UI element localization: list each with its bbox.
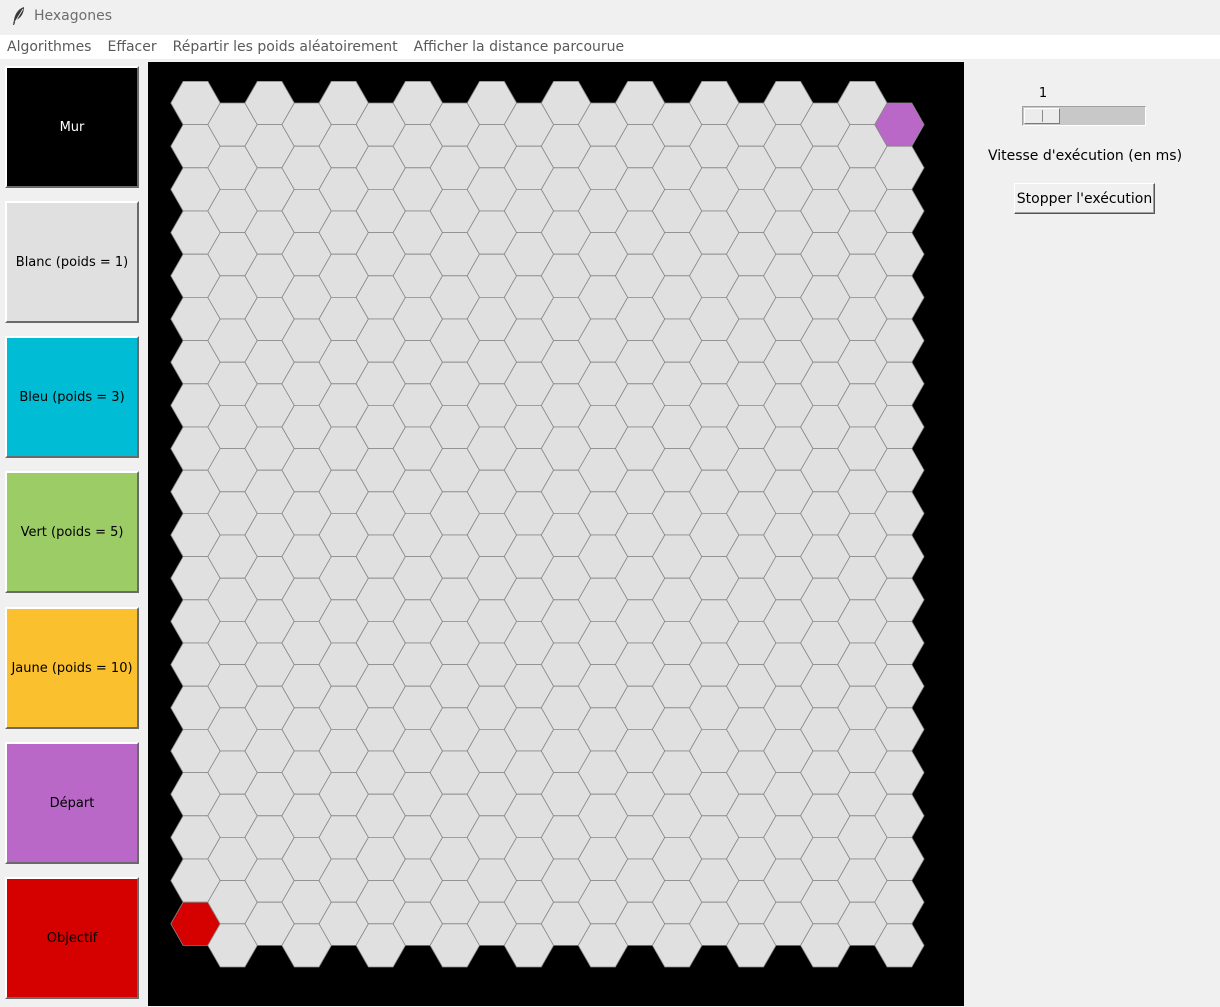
green-weight-button[interactable]: Vert (poids = 5) (5, 471, 139, 593)
menu-bar: Algorithmes Effacer Répartir les poids a… (0, 35, 1220, 59)
stop-execution-label: Stopper l'exécution (1016, 190, 1153, 207)
start-button-label: Départ (49, 795, 95, 811)
blue-weight-button-label: Bleu (poids = 3) (19, 389, 125, 405)
control-panel: 1 Vitesse d'exécution (en ms) Stopper l'… (964, 62, 1220, 1006)
goal-button-label: Objectif (46, 930, 98, 946)
stop-execution-button[interactable]: Stopper l'exécution (1014, 183, 1155, 214)
speed-label: Vitesse d'exécution (en ms) (987, 148, 1183, 164)
menu-show-distance[interactable]: Afficher la distance parcourue (406, 39, 633, 55)
blue-weight-button[interactable]: Bleu (poids = 3) (5, 336, 139, 458)
hex-board[interactable] (148, 62, 964, 1006)
wall-button-label: Mur (59, 119, 85, 135)
yellow-weight-button[interactable]: Jaune (poids = 10) (5, 607, 139, 729)
feather-icon (12, 6, 26, 26)
start-button[interactable]: Départ (5, 742, 139, 864)
menu-algorithms[interactable]: Algorithmes (0, 39, 99, 55)
menu-clear[interactable]: Effacer (99, 39, 164, 55)
slider-grip (1042, 110, 1043, 122)
wall-button[interactable]: Mur (5, 66, 139, 188)
green-weight-button-label: Vert (poids = 5) (20, 524, 124, 540)
white-weight-button[interactable]: Blanc (poids = 1) (5, 201, 139, 323)
title-bar: Hexagones (0, 0, 1220, 32)
menu-random-weights[interactable]: Répartir les poids aléatoirement (165, 39, 406, 55)
goal-button[interactable]: Objectif (5, 877, 139, 999)
yellow-weight-button-label: Jaune (poids = 10) (11, 660, 133, 676)
white-weight-button-label: Blanc (poids = 1) (15, 254, 129, 270)
hex-grid[interactable] (148, 62, 964, 1006)
speed-slider-thumb[interactable] (1024, 108, 1060, 124)
window-title: Hexagones (34, 8, 112, 24)
speed-slider[interactable] (1022, 106, 1146, 126)
speed-value: 1 (1038, 86, 1048, 101)
